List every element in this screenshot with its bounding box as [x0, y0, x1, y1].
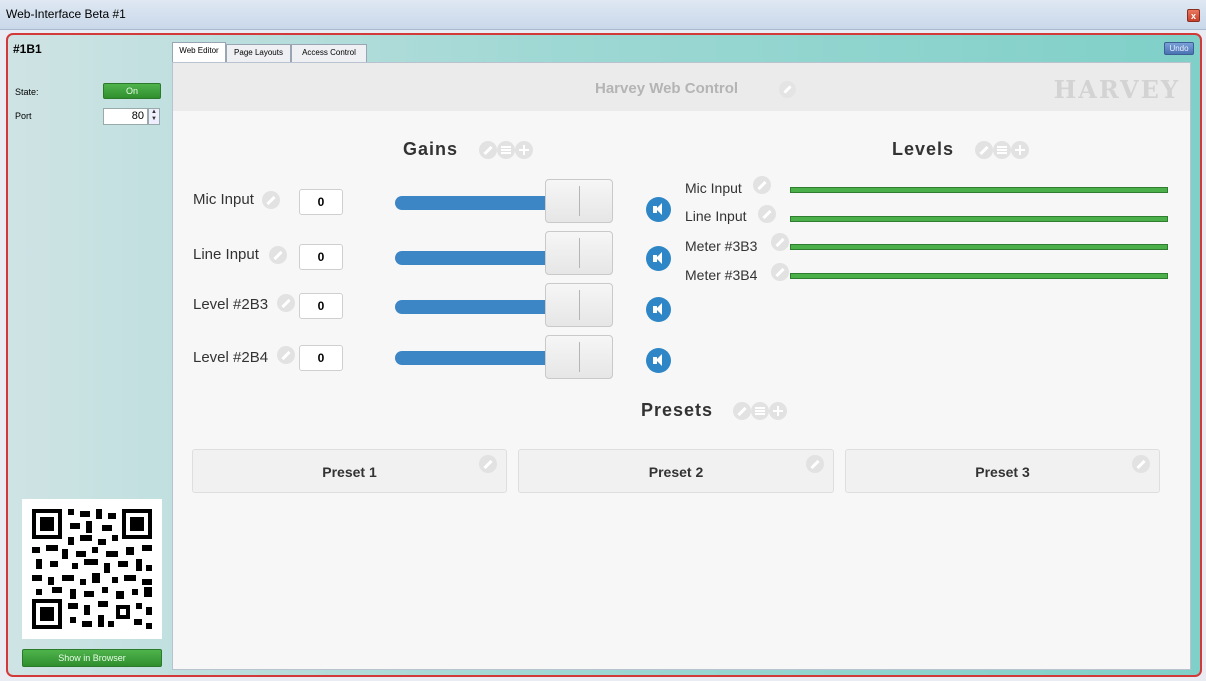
show-in-browser-button[interactable]: Show in Browser	[22, 649, 162, 667]
level-meter	[790, 216, 1168, 222]
levels-title: Levels	[892, 139, 955, 159]
pencil-icon[interactable]	[771, 233, 789, 251]
pencil-icon[interactable]	[1132, 455, 1150, 473]
pencil-icon[interactable]	[806, 455, 824, 473]
gain-slider-handle[interactable]	[545, 283, 613, 327]
tab-page-layouts[interactable]: Page Layouts	[226, 44, 291, 62]
pencil-icon[interactable]	[975, 141, 993, 159]
level-label: Meter #3B4	[685, 267, 758, 283]
level-meter	[790, 187, 1168, 193]
gains-title: Gains	[403, 139, 459, 159]
pencil-icon[interactable]	[262, 191, 280, 209]
pencil-icon[interactable]	[277, 294, 295, 312]
level-label: Line Input	[685, 208, 747, 224]
presets-title: Presets	[641, 400, 714, 420]
page-title: Harvey Web Control	[595, 80, 739, 97]
gain-slider-track[interactable]	[395, 300, 555, 314]
plus-icon[interactable]	[515, 141, 533, 159]
pencil-icon[interactable]	[479, 455, 497, 473]
list-icon[interactable]	[751, 402, 769, 420]
gain-slider-handle[interactable]	[545, 231, 613, 275]
spinner-arrows-icon[interactable]: ▲ ▼	[148, 108, 160, 125]
pencil-icon[interactable]	[779, 81, 796, 98]
pencil-icon[interactable]	[771, 263, 789, 281]
close-icon[interactable]: x	[1187, 9, 1200, 22]
level-label: Meter #3B3	[685, 238, 758, 254]
window-title: Web-Interface Beta #1	[6, 7, 126, 21]
gain-value-input[interactable]: 0	[299, 293, 343, 319]
plus-icon[interactable]	[1011, 141, 1029, 159]
speaker-icon[interactable]	[646, 197, 671, 222]
pencil-icon[interactable]	[277, 346, 295, 364]
gain-label: Line Input	[193, 246, 259, 263]
gain-label: Mic Input	[193, 191, 254, 208]
level-meter	[790, 273, 1168, 279]
preset-button[interactable]: Preset 2	[518, 449, 834, 493]
pencil-icon[interactable]	[753, 176, 771, 194]
gain-value-input[interactable]: 0	[299, 189, 343, 215]
speaker-icon[interactable]	[646, 297, 671, 322]
pencil-icon[interactable]	[479, 141, 497, 159]
tab-web-editor[interactable]: Web Editor	[172, 42, 226, 62]
pencil-icon[interactable]	[758, 205, 776, 223]
gain-value-input[interactable]: 0	[299, 244, 343, 270]
web-editor-canvas: Harvey Web Control HARVEY Gains Mic Inpu…	[172, 62, 1191, 670]
gain-slider-track[interactable]	[395, 251, 555, 265]
preset-button[interactable]: Preset 3	[845, 449, 1160, 493]
state-toggle-button[interactable]: On	[103, 83, 161, 99]
undo-button[interactable]: Undo	[1164, 42, 1194, 55]
window-titlebar: Web-Interface Beta #1 x	[0, 0, 1206, 30]
port-label: Port	[15, 111, 32, 121]
gain-value-input[interactable]: 0	[299, 345, 343, 371]
preset-label: Preset 2	[648, 464, 704, 480]
list-icon[interactable]	[497, 141, 515, 159]
state-label: State:	[15, 87, 39, 97]
plus-icon[interactable]	[769, 402, 787, 420]
qr-code	[22, 499, 162, 639]
gain-slider-track[interactable]	[395, 351, 555, 365]
device-panel: #1B1 State: On Port 80 ▲ ▼ Show in Brows…	[13, 40, 165, 670]
device-id: #1B1	[13, 42, 42, 56]
level-label: Mic Input	[685, 180, 742, 196]
harvey-logo: HARVEY	[1053, 75, 1180, 104]
preset-label: Preset 1	[322, 464, 377, 480]
level-meter	[790, 244, 1168, 250]
gain-label: Level #2B3	[193, 296, 269, 313]
preset-button[interactable]: Preset 1	[192, 449, 507, 493]
pencil-icon[interactable]	[733, 402, 751, 420]
list-icon[interactable]	[993, 141, 1011, 159]
pencil-icon[interactable]	[269, 246, 287, 264]
speaker-icon[interactable]	[646, 246, 671, 271]
gain-slider-track[interactable]	[395, 196, 555, 210]
page-header: Harvey Web Control HARVEY	[173, 63, 1190, 111]
speaker-icon[interactable]	[646, 348, 671, 373]
gain-label: Level #2B4	[193, 349, 269, 366]
preset-label: Preset 3	[975, 464, 1030, 480]
port-input[interactable]: 80	[103, 108, 148, 125]
gain-slider-handle[interactable]	[545, 179, 613, 223]
gain-slider-handle[interactable]	[545, 335, 613, 379]
tab-access-control[interactable]: Access Control	[291, 44, 367, 62]
